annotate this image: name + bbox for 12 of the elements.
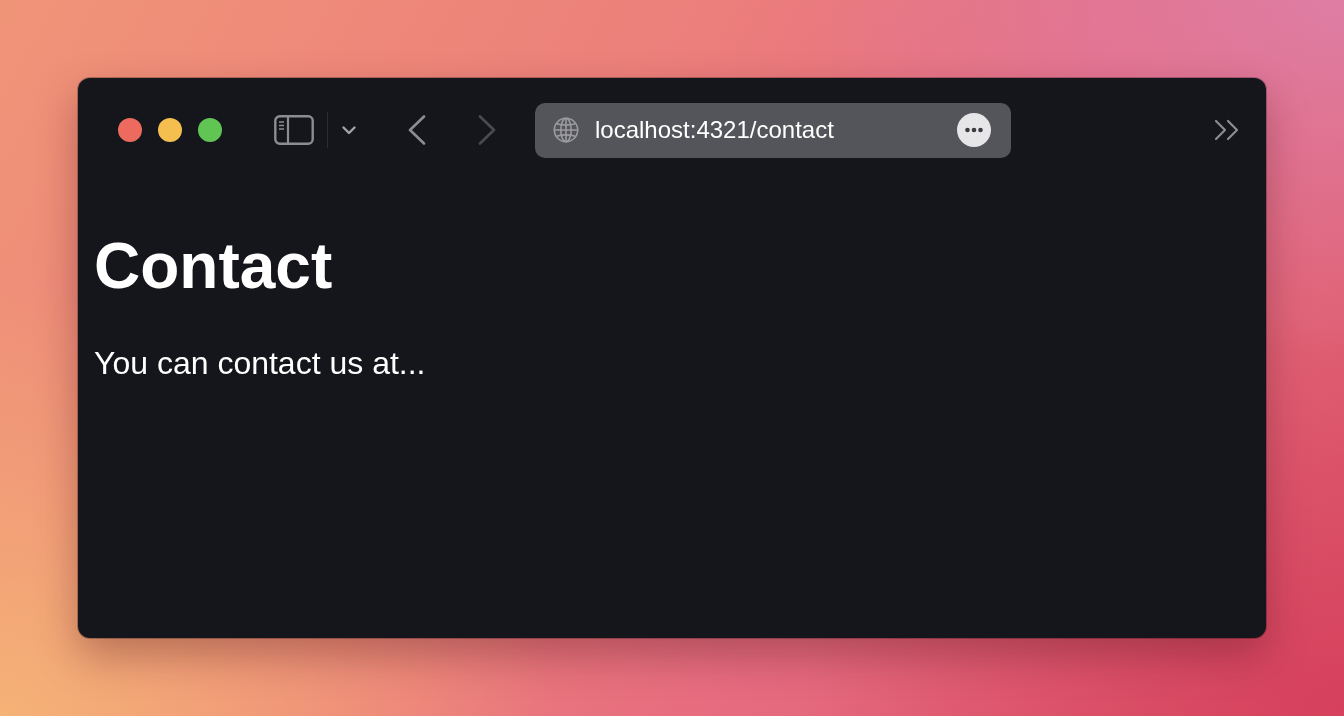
chevron-left-icon[interactable] (408, 115, 426, 145)
window-control-button[interactable] (118, 118, 142, 142)
page-heading: Contact (94, 229, 333, 304)
chevron-down-icon[interactable] (342, 125, 356, 135)
double-chevron-icon[interactable] (1214, 119, 1240, 141)
address-bar[interactable]: localhost:4321/contact (535, 102, 1011, 158)
window-control-button[interactable] (198, 118, 222, 142)
window-control-button[interactable] (158, 118, 182, 142)
sidebar-icon[interactable] (274, 115, 314, 145)
page-text: You can contact us at... (94, 344, 426, 383)
globe-icon (553, 117, 579, 143)
more-icon[interactable] (957, 113, 991, 147)
